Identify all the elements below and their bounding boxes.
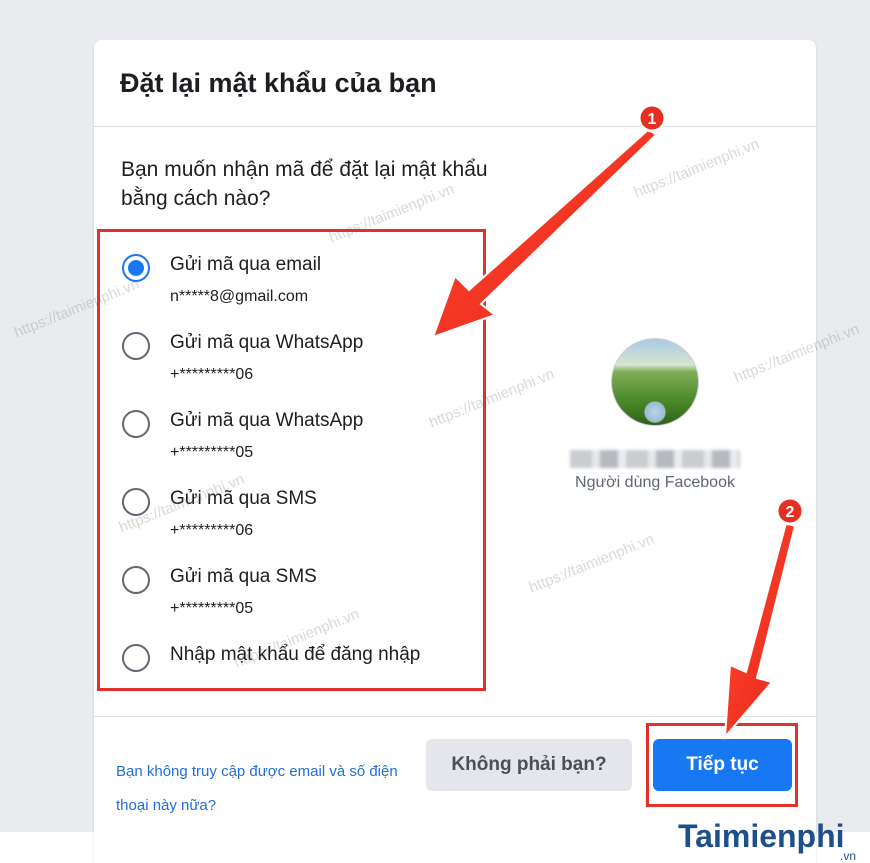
continue-highlight-box <box>646 723 798 807</box>
reset-method-question: Bạn muốn nhận mã để đặt lại mật khẩu bằn… <box>121 158 488 210</box>
dialog-title: Đặt lại mật khẩu của bạn <box>120 68 437 98</box>
account-profile: Người dùng Facebook <box>560 338 750 492</box>
not-you-button[interactable]: Không phải bạn? <box>426 739 632 791</box>
logo-domain: .vn <box>840 849 857 863</box>
taimienphi-logo: Taimienphi <box>678 818 845 855</box>
dialog-header: Đặt lại mật khẩu của bạn <box>94 40 816 127</box>
profile-name: Người dùng Facebook <box>575 474 735 491</box>
logo-initial: T <box>678 818 696 854</box>
logo-text: aimienphi <box>695 818 845 854</box>
no-access-link[interactable]: Bạn không truy cập được email và số điện… <box>116 755 416 823</box>
options-highlight-box <box>97 229 486 691</box>
blurred-account-name <box>570 450 740 468</box>
avatar <box>611 338 699 426</box>
